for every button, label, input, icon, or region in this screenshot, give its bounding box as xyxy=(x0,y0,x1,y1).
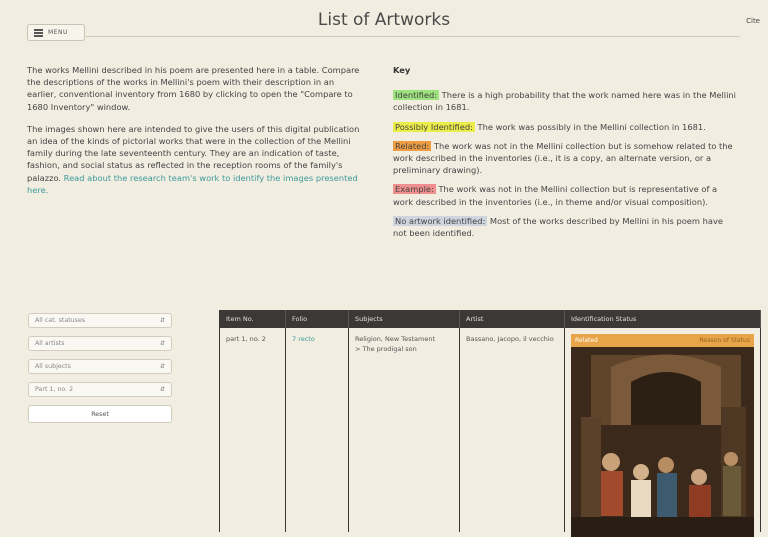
key-heading: Key xyxy=(393,65,411,75)
select-value: All subjects xyxy=(35,363,71,370)
folio-link[interactable]: 7 recto xyxy=(292,335,315,343)
status-badge: Related Reason of Status xyxy=(571,334,754,347)
cell-item-no: part 1, no. 2 xyxy=(220,328,286,532)
key-entry-identified: Identified: There is a high probability … xyxy=(393,89,739,113)
intro-paragraph-2: The images shown here are intended to gi… xyxy=(27,123,362,196)
status-key: Key Identified: There is a high probabil… xyxy=(393,64,739,246)
select-value: All artists xyxy=(35,340,65,347)
title-divider xyxy=(86,36,740,37)
key-entry-related: Related: The work was not in the Mellini… xyxy=(393,140,739,177)
menu-label: MENU xyxy=(48,29,68,36)
reset-button[interactable]: Reset xyxy=(28,405,172,423)
cite-button[interactable]: Cite xyxy=(746,17,760,25)
tag-example: Example: xyxy=(393,184,436,195)
tag-identified: Identified: xyxy=(393,90,440,101)
artwork-image[interactable] xyxy=(571,347,754,537)
artworks-table: Item No. Folio Subjects Artist Identific… xyxy=(219,310,761,537)
key-entry-possibly-identified: Possibly Identified: The work was possib… xyxy=(393,121,739,133)
key-entry-example: Example: The work was not in the Mellini… xyxy=(393,183,739,207)
tag-no-artwork: No artwork identified: xyxy=(393,215,488,226)
key-entry-text: The work was not in the Mellini collecti… xyxy=(393,140,733,176)
select-value: All cat. statuses xyxy=(35,317,86,324)
updown-caret-icon: ⇵ xyxy=(159,363,165,370)
status-filter-select[interactable]: All cat. statuses ⇵ xyxy=(28,313,172,328)
key-entry-text: The work was not in the Mellini collecti… xyxy=(393,184,718,207)
column-header-artist[interactable]: Artist xyxy=(460,310,565,328)
page-title: List of Artworks xyxy=(317,10,451,30)
key-entry-no-artwork: No artwork identified: Most of the works… xyxy=(393,215,739,239)
status-label: Related xyxy=(575,336,598,344)
subject-category: Religion, New Testament xyxy=(355,335,436,343)
cell-identification-status: Related Reason of Status xyxy=(565,328,761,537)
updown-caret-icon: ⇵ xyxy=(159,340,165,347)
subject-item: > The prodigal son xyxy=(355,345,417,353)
updown-caret-icon: ⇵ xyxy=(159,386,165,393)
tag-possibly-identified: Possibly Identified: xyxy=(393,121,475,132)
filter-panel: All cat. statuses ⇵ All artists ⇵ All subj… xyxy=(28,313,172,423)
item-filter-select[interactable]: Part 1, no. 2 ⇵ xyxy=(28,382,172,397)
hamburger-icon xyxy=(34,29,43,37)
artist-filter-select[interactable]: All artists ⇵ xyxy=(28,336,172,351)
cell-folio: 7 recto xyxy=(286,328,349,532)
cell-artist: Bassano, Jacopo, il vecchio xyxy=(460,328,565,532)
column-header-subjects[interactable]: Subjects xyxy=(349,310,460,328)
key-entry-text: The work was possibly in the Mellini col… xyxy=(477,121,706,132)
table-row: part 1, no. 2 7 recto Religion, New Test… xyxy=(220,328,761,537)
updown-caret-icon: ⇵ xyxy=(159,317,165,324)
column-header-folio[interactable]: Folio xyxy=(286,310,349,328)
column-header-item-no[interactable]: Item No. xyxy=(220,310,286,328)
intro-paragraph-1: The works Mellini described in his poem … xyxy=(27,65,360,112)
tag-related: Related: xyxy=(393,140,432,151)
painting-illustration xyxy=(571,347,754,537)
column-header-identification-status[interactable]: Identification Status xyxy=(565,310,761,328)
key-entry-text: There is a high probability that the wor… xyxy=(393,90,736,113)
intro-text: The works Mellini described in his poem … xyxy=(27,64,362,206)
subject-filter-select[interactable]: All subjects ⇵ xyxy=(28,359,172,374)
cell-subjects: Religion, New Testament > The prodigal s… xyxy=(349,328,460,532)
table-header: Item No. Folio Subjects Artist Identific… xyxy=(220,310,761,328)
status-reason-link[interactable]: Reason of Status xyxy=(699,336,750,346)
select-value: Part 1, no. 2 xyxy=(35,386,74,393)
research-link[interactable]: Read about the research team's work to i… xyxy=(27,173,358,195)
